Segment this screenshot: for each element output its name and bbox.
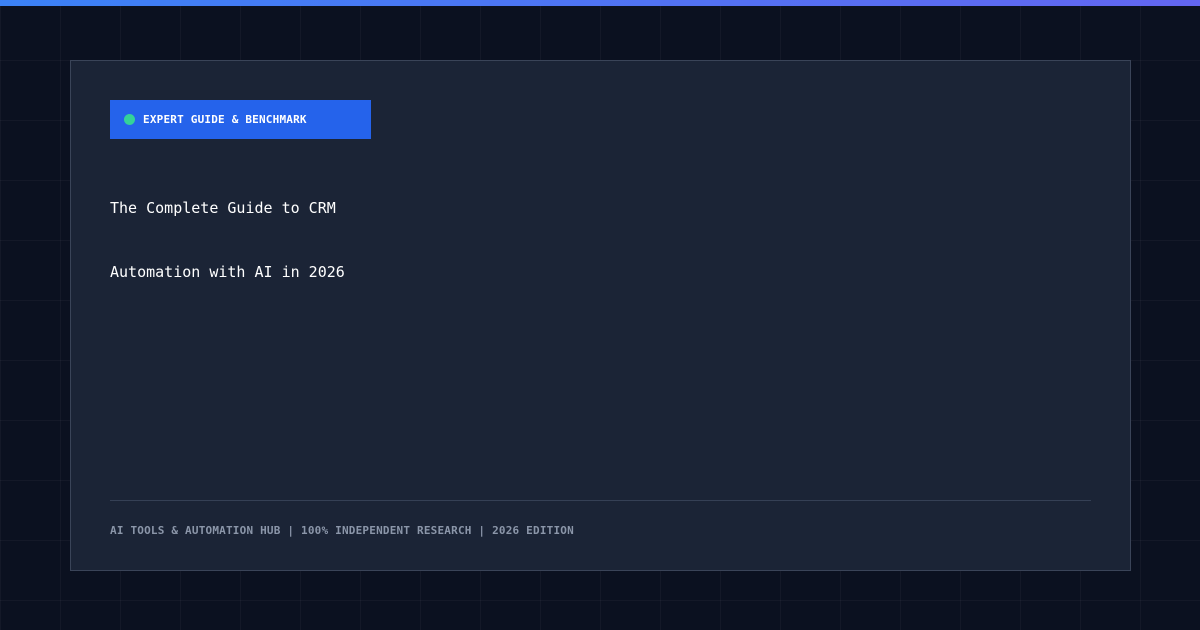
badge-label: EXPERT GUIDE & BENCHMARK: [143, 113, 307, 126]
content-card: EXPERT GUIDE & BENCHMARK The Complete Gu…: [70, 60, 1131, 571]
page-title-line-1: The Complete Guide to CRM: [110, 199, 336, 217]
footer-tagline: AI TOOLS & AUTOMATION HUB | 100% INDEPEN…: [110, 524, 574, 537]
category-badge: EXPERT GUIDE & BENCHMARK: [110, 100, 371, 139]
page-title-line-2: Automation with AI in 2026: [110, 263, 345, 281]
status-dot-icon: [124, 114, 135, 125]
page: { "colors": { "background": "#0b1120", "…: [0, 0, 1200, 630]
footer-divider: [110, 500, 1091, 501]
top-accent-bar: [0, 0, 1200, 6]
